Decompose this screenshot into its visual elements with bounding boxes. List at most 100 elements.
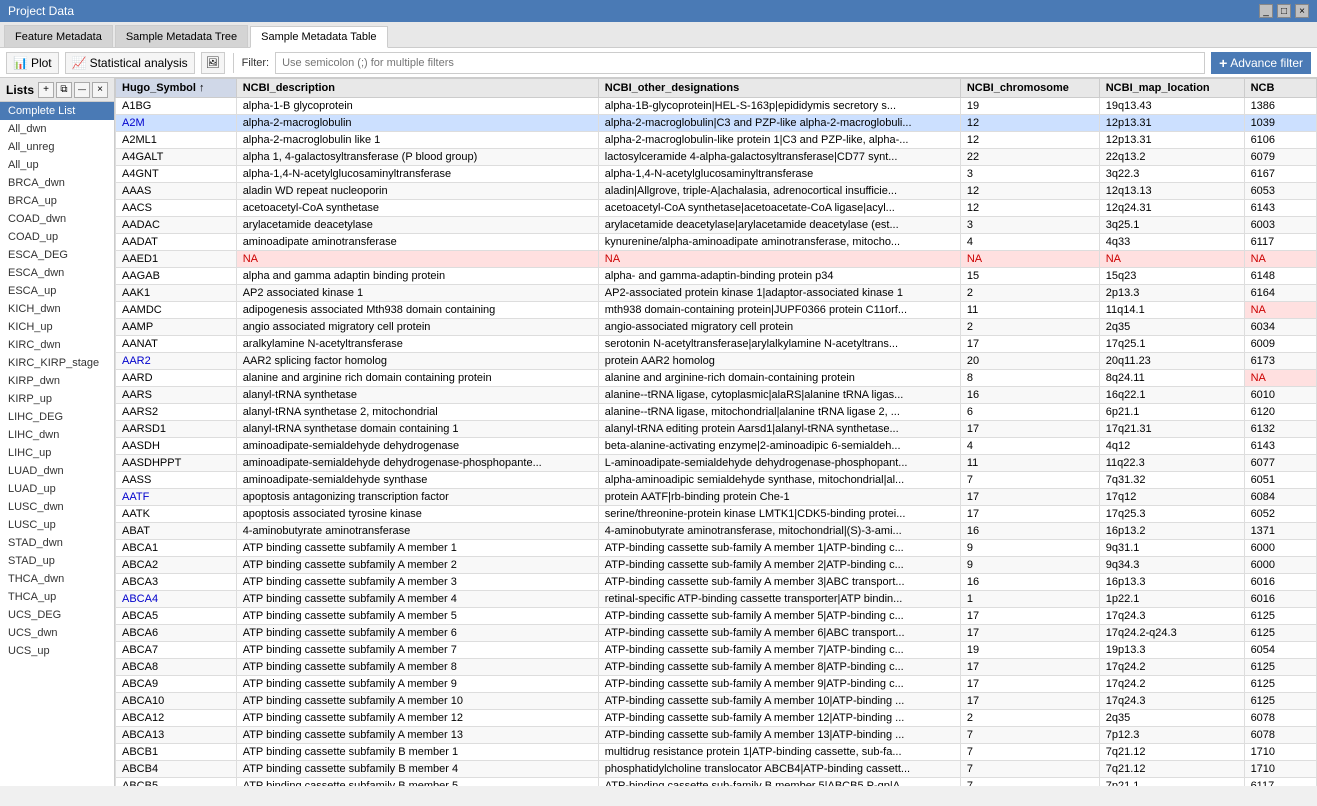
table-row[interactable]: AADATaminoadipate aminotransferasekynure…	[116, 234, 1317, 251]
table-row[interactable]: ABCA8ATP binding cassette subfamily A me…	[116, 659, 1317, 676]
col-header-ncbi_map[interactable]: NCBI_map_location	[1099, 79, 1244, 98]
sidebar-item-kirp_up[interactable]: KIRP_up	[0, 390, 114, 408]
cell-hugo: AARSD1	[116, 421, 237, 438]
table-row[interactable]: ABCA3ATP binding cassette subfamily A me…	[116, 574, 1317, 591]
sidebar-item-ucs_dwn[interactable]: UCS_dwn	[0, 624, 114, 642]
stats-icon: 📈	[72, 56, 87, 70]
sidebar-item-lusc_up[interactable]: LUSC_up	[0, 516, 114, 534]
stats-button[interactable]: 📈 Statistical analysis	[65, 52, 195, 74]
col-header-ncbi_desc[interactable]: NCBI_description	[236, 79, 598, 98]
table-row[interactable]: ABCA5ATP binding cassette subfamily A me…	[116, 608, 1317, 625]
sidebar-item-stad_dwn[interactable]: STAD_dwn	[0, 534, 114, 552]
table-row[interactable]: ABCA4ATP binding cassette subfamily A me…	[116, 591, 1317, 608]
rename-list-button[interactable]: —	[74, 82, 90, 98]
col-header-hugo[interactable]: Hugo_Symbol ↑	[116, 79, 237, 98]
table-row[interactable]: ABCB4ATP binding cassette subfamily B me…	[116, 761, 1317, 778]
table-row[interactable]: ABCA7ATP binding cassette subfamily A me…	[116, 642, 1317, 659]
copy-list-button[interactable]: ⧉	[56, 82, 72, 98]
close-button[interactable]: ×	[1295, 4, 1309, 18]
sidebar-item-lusc_dwn[interactable]: LUSC_dwn	[0, 498, 114, 516]
plot-button[interactable]: 📊 Plot	[6, 52, 59, 74]
col-header-ncb[interactable]: NCB	[1244, 79, 1316, 98]
table-row[interactable]: AAMPangio associated migratory cell prot…	[116, 319, 1317, 336]
cell-ncbi-map: 20q11.23	[1099, 353, 1244, 370]
table-row[interactable]: AAED1NANANANANA	[116, 251, 1317, 268]
cell-hugo: ABAT	[116, 523, 237, 540]
sidebar-item-thca_dwn[interactable]: THCA_dwn	[0, 570, 114, 588]
sidebar-item-lihc_dwn[interactable]: LIHC_dwn	[0, 426, 114, 444]
data-table-container[interactable]: Hugo_Symbol ↑NCBI_descriptionNCBI_other_…	[115, 78, 1317, 786]
sidebar-item-kirp_dwn[interactable]: KIRP_dwn	[0, 372, 114, 390]
table-row[interactable]: ABCA9ATP binding cassette subfamily A me…	[116, 676, 1317, 693]
table-row[interactable]: AAK1AP2 associated kinase 1AP2-associate…	[116, 285, 1317, 302]
sidebar-item-brca_up[interactable]: BRCA_up	[0, 192, 114, 210]
tab-sample-tree[interactable]: Sample Metadata Tree	[115, 25, 248, 47]
sidebar-item-lihc_deg[interactable]: LIHC_DEG	[0, 408, 114, 426]
filter-input[interactable]	[275, 52, 1205, 74]
sidebar-item-all_unreg[interactable]: All_unreg	[0, 138, 114, 156]
sidebar-item-lihc_up[interactable]: LIHC_up	[0, 444, 114, 462]
col-header-ncbi_chr[interactable]: NCBI_chromosome	[960, 79, 1099, 98]
sidebar-item-ucs_deg[interactable]: UCS_DEG	[0, 606, 114, 624]
table-row[interactable]: AAGABalpha and gamma adaptin binding pro…	[116, 268, 1317, 285]
sidebar-item-all_dwn[interactable]: All_dwn	[0, 120, 114, 138]
table-row[interactable]: A1BGalpha-1-B glycoproteinalpha-1B-glyco…	[116, 98, 1317, 115]
sidebar-item-thca_up[interactable]: THCA_up	[0, 588, 114, 606]
sidebar-item-complete[interactable]: Complete List	[0, 102, 114, 120]
table-row[interactable]: ABCA2ATP binding cassette subfamily A me…	[116, 557, 1317, 574]
sidebar-item-luad_dwn[interactable]: LUAD_dwn	[0, 462, 114, 480]
sidebar-item-esca_deg[interactable]: ESCA_DEG	[0, 246, 114, 264]
table-row[interactable]: AASDHPPTaminoadipate-semialdehyde dehydr…	[116, 455, 1317, 472]
table-row[interactable]: A2ML1alpha-2-macroglobulin like 1alpha-2…	[116, 132, 1317, 149]
table-row[interactable]: A2Malpha-2-macroglobulinalpha-2-macroglo…	[116, 115, 1317, 132]
table-row[interactable]: AATFapoptosis antagonizing transcription…	[116, 489, 1317, 506]
table-row[interactable]: A4GALTalpha 1, 4-galactosyltransferase (…	[116, 149, 1317, 166]
table-row[interactable]: AAASaladin WD repeat nucleoporinaladin|A…	[116, 183, 1317, 200]
table-row[interactable]: AATKapoptosis associated tyrosine kinase…	[116, 506, 1317, 523]
table-row[interactable]: AAMDCadipogenesis associated Mth938 doma…	[116, 302, 1317, 319]
cell-ncbi-other: ATP-binding cassette sub-family A member…	[598, 625, 960, 642]
sidebar-item-kirc_kirp[interactable]: KIRC_KIRP_stage	[0, 354, 114, 372]
add-list-button[interactable]: +	[38, 82, 54, 98]
table-row[interactable]: ABCA6ATP binding cassette subfamily A me…	[116, 625, 1317, 642]
table-row[interactable]: AACSacetoacetyl-CoA synthetaseacetoacety…	[116, 200, 1317, 217]
cell-ncbi-chr: 17	[960, 421, 1099, 438]
image-btn[interactable]: 🖼	[201, 52, 225, 74]
table-row[interactable]: AASDHaminoadipate-semialdehyde dehydroge…	[116, 438, 1317, 455]
table-row[interactable]: ABCB1ATP binding cassette subfamily B me…	[116, 744, 1317, 761]
advance-filter-button[interactable]: + Advance filter	[1211, 52, 1311, 74]
maximize-button[interactable]: □	[1277, 4, 1291, 18]
sidebar-item-esca_up[interactable]: ESCA_up	[0, 282, 114, 300]
tab-features[interactable]: Feature Metadata	[4, 25, 113, 47]
sidebar-item-esca_dwn[interactable]: ESCA_dwn	[0, 264, 114, 282]
delete-list-button[interactable]: ×	[92, 82, 108, 98]
sidebar-item-kich_up[interactable]: KICH_up	[0, 318, 114, 336]
table-row[interactable]: ABCA10ATP binding cassette subfamily A m…	[116, 693, 1317, 710]
table-row[interactable]: AARS2alanyl-tRNA synthetase 2, mitochond…	[116, 404, 1317, 421]
table-row[interactable]: ABCA13ATP binding cassette subfamily A m…	[116, 727, 1317, 744]
sidebar-item-kich_dwn[interactable]: KICH_dwn	[0, 300, 114, 318]
table-row[interactable]: AARDalanine and arginine rich domain con…	[116, 370, 1317, 387]
table-row[interactable]: AANATaralkylamine N-acetyltransferaseser…	[116, 336, 1317, 353]
table-row[interactable]: ABCA12ATP binding cassette subfamily A m…	[116, 710, 1317, 727]
sidebar-item-all_up[interactable]: All_up	[0, 156, 114, 174]
table-row[interactable]: ABCB5ATP binding cassette subfamily B me…	[116, 778, 1317, 787]
table-row[interactable]: AARSalanyl-tRNA synthetasealanine--tRNA …	[116, 387, 1317, 404]
sidebar-item-brca_dwn[interactable]: BRCA_dwn	[0, 174, 114, 192]
sidebar-item-coad_up[interactable]: COAD_up	[0, 228, 114, 246]
table-row[interactable]: ABAT4-aminobutyrate aminotransferase4-am…	[116, 523, 1317, 540]
table-row[interactable]: A4GNTalpha-1,4-N-acetylglucosaminyltrans…	[116, 166, 1317, 183]
table-row[interactable]: AASSaminoadipate-semialdehyde synthaseal…	[116, 472, 1317, 489]
sidebar-item-luad_up[interactable]: LUAD_up	[0, 480, 114, 498]
sidebar-item-ucs_up[interactable]: UCS_up	[0, 642, 114, 660]
table-row[interactable]: AAR2AAR2 splicing factor homologprotein …	[116, 353, 1317, 370]
minimize-button[interactable]: _	[1259, 4, 1273, 18]
table-row[interactable]: AADACarylacetamide deacetylasearylacetam…	[116, 217, 1317, 234]
sidebar-item-coad_dwn[interactable]: COAD_dwn	[0, 210, 114, 228]
sidebar-item-kirc_dwn[interactable]: KIRC_dwn	[0, 336, 114, 354]
table-row[interactable]: AARSD1alanyl-tRNA synthetase domain cont…	[116, 421, 1317, 438]
table-row[interactable]: ABCA1ATP binding cassette subfamily A me…	[116, 540, 1317, 557]
col-header-ncbi_other[interactable]: NCBI_other_designations	[598, 79, 960, 98]
sidebar-item-stad_up[interactable]: STAD_up	[0, 552, 114, 570]
tab-sample-table[interactable]: Sample Metadata Table	[250, 26, 387, 48]
